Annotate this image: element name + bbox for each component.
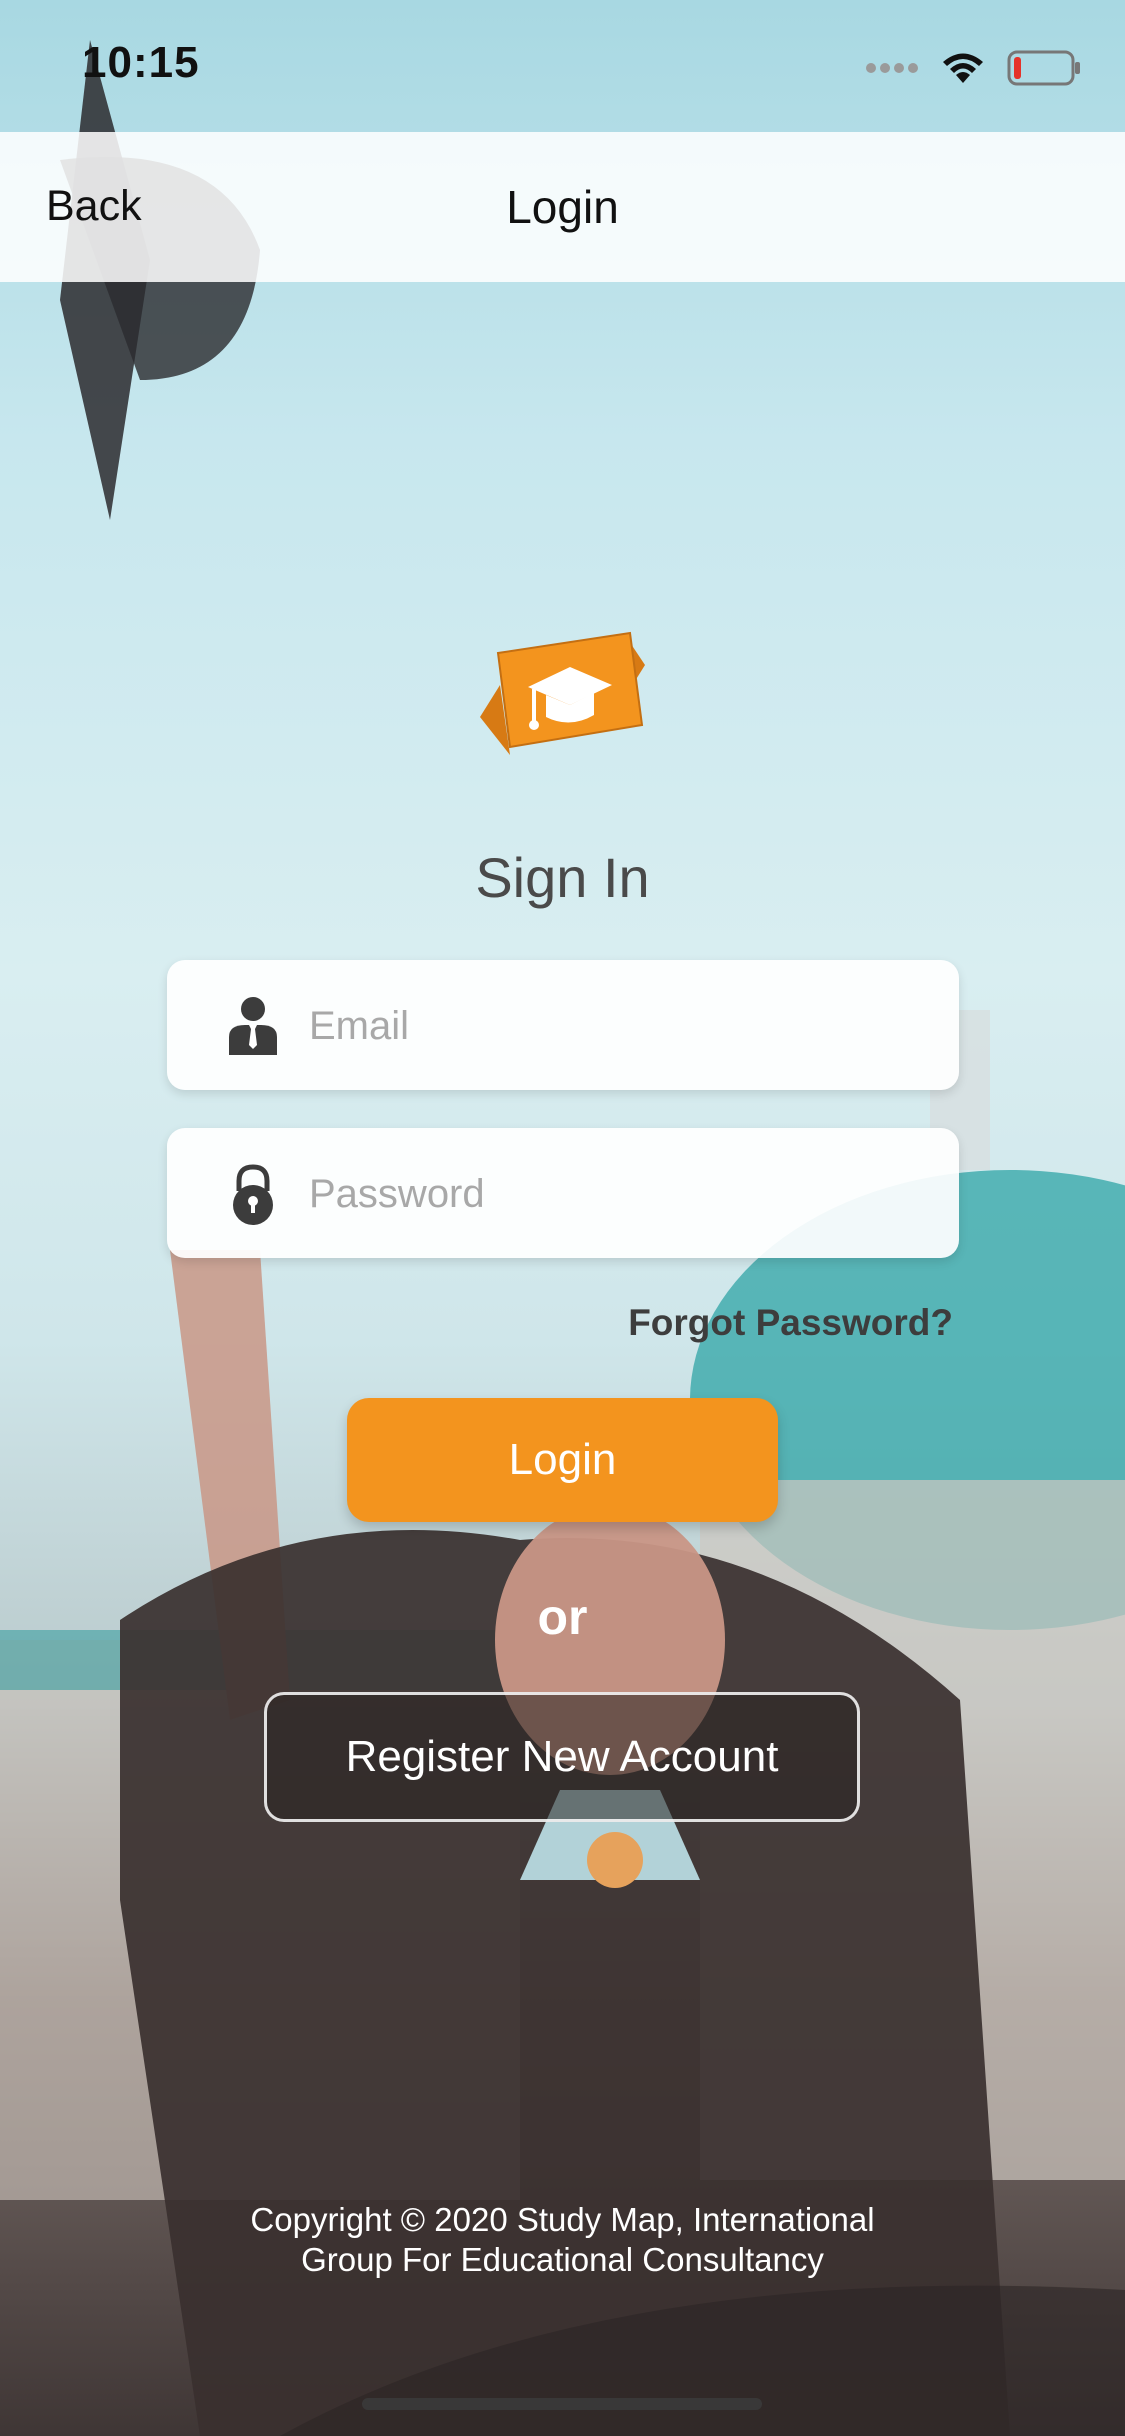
graduation-cap-logo — [480, 631, 645, 755]
wifi-icon — [943, 53, 983, 83]
copyright-text: Copyright © 2020 Study Map, Internationa… — [0, 2200, 1125, 2280]
forgot-password-link[interactable]: Forgot Password? — [628, 1302, 953, 1344]
home-indicator[interactable] — [362, 2398, 762, 2410]
password-field[interactable] — [307, 1128, 931, 1260]
badge-emblem — [587, 1832, 643, 1888]
or-separator: or — [537, 1589, 588, 1645]
status-time: 10:15 — [82, 38, 200, 87]
status-bar: 10:15 — [0, 0, 1125, 132]
copyright-line-2: Group For Educational Consultancy — [301, 2241, 824, 2278]
email-field-container — [167, 960, 959, 1092]
copyright-line-1: Copyright © 2020 Study Map, Internationa… — [250, 2201, 875, 2238]
sign-in-heading: Sign In — [475, 846, 650, 909]
login-button[interactable]: Login — [347, 1398, 778, 1522]
signal-dots-icon — [866, 63, 918, 73]
battery-low-icon — [1007, 50, 1080, 86]
page-title: Login — [506, 181, 619, 233]
navigation-bar: Back Login — [0, 132, 1125, 282]
register-button[interactable]: Register New Account — [264, 1692, 860, 1822]
lock-icon — [233, 1164, 273, 1225]
status-icons — [865, 48, 1081, 88]
email-field[interactable] — [307, 960, 931, 1092]
user-icon — [229, 997, 277, 1055]
password-field-container — [167, 1128, 959, 1260]
